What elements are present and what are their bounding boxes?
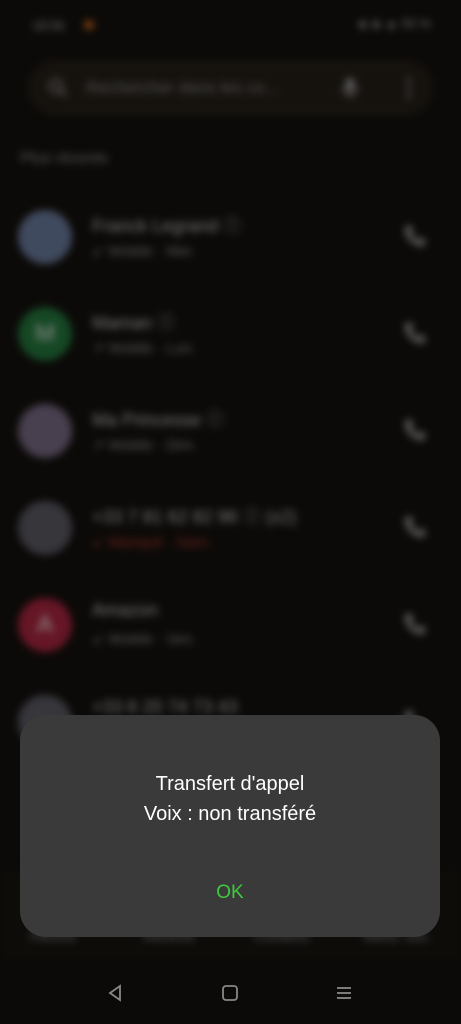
call-detail: ↙ Mobile · Ven. (92, 631, 197, 648)
call-log-row[interactable]: Ma Princesse ⓘ ↗ Mobile · Dim. (0, 394, 461, 490)
avatar[interactable] (18, 404, 72, 458)
phone-icon[interactable] (401, 222, 429, 250)
call-log-row[interactable]: +33 7 81 62 82 96 ⓘ (x2) ↙ Manqué · Sam. (0, 491, 461, 587)
contact-name: Amazon (92, 600, 159, 620)
home-icon[interactable] (219, 982, 241, 1004)
system-navigation-bar (0, 960, 461, 1024)
recent-apps-icon[interactable] (333, 982, 355, 1004)
dialog-message: Voix : non transféré (143, 803, 317, 825)
more-options-icon[interactable] (405, 76, 413, 100)
status-indicators: ◈ ◈ ▲ 55 % (357, 16, 431, 31)
phone-icon[interactable] (401, 513, 429, 541)
microphone-icon[interactable] (339, 76, 361, 100)
ok-button[interactable]: OK (190, 873, 270, 913)
call-log-row[interactable]: M Maman ⓘ ↗ Mobile · Lun. (0, 297, 461, 393)
notification-icon (84, 20, 94, 30)
back-icon[interactable] (104, 982, 126, 1004)
call-log-row[interactable]: A Amazon ↙ Mobile · Ven. (0, 588, 461, 684)
search-input[interactable]: Rechercher dans les co... (86, 78, 279, 98)
call-log-row[interactable]: Franck Legrand ⓘ ↙ Mobile · Mer. (0, 200, 461, 296)
contact-name: Franck Legrand ⓘ (92, 216, 242, 236)
search-bar[interactable]: Rechercher dans les co... (28, 60, 433, 116)
avatar[interactable] (18, 210, 72, 264)
section-title: Plus récents (20, 150, 109, 167)
call-detail: ↗ Mobile · Lun. (92, 340, 196, 357)
call-detail: ↙ Mobile · Mer. (92, 243, 196, 260)
call-forwarding-dialog: Transfert d'appel Voix : non transféré O… (20, 715, 440, 937)
contact-name: Maman ⓘ (92, 313, 176, 333)
phone-icon[interactable] (401, 319, 429, 347)
call-detail: ↙ Manqué · Sam. (92, 534, 212, 551)
status-bar: 18:56 ◈ ◈ ▲ 55 % (0, 0, 461, 52)
status-time: 18:56 (32, 18, 65, 33)
phone-icon[interactable] (401, 416, 429, 444)
avatar[interactable] (18, 501, 72, 555)
avatar[interactable]: M (18, 307, 72, 361)
avatar[interactable]: A (18, 598, 72, 652)
dialog-title: Transfert d'appel (155, 773, 305, 795)
contact-name: Ma Princesse ⓘ (92, 410, 225, 430)
call-detail: ↗ Mobile · Dim. (92, 437, 198, 454)
contact-name: +33 7 81 62 82 96 ⓘ (x2) (92, 507, 297, 527)
search-icon (49, 79, 67, 97)
phone-icon[interactable] (401, 610, 429, 638)
